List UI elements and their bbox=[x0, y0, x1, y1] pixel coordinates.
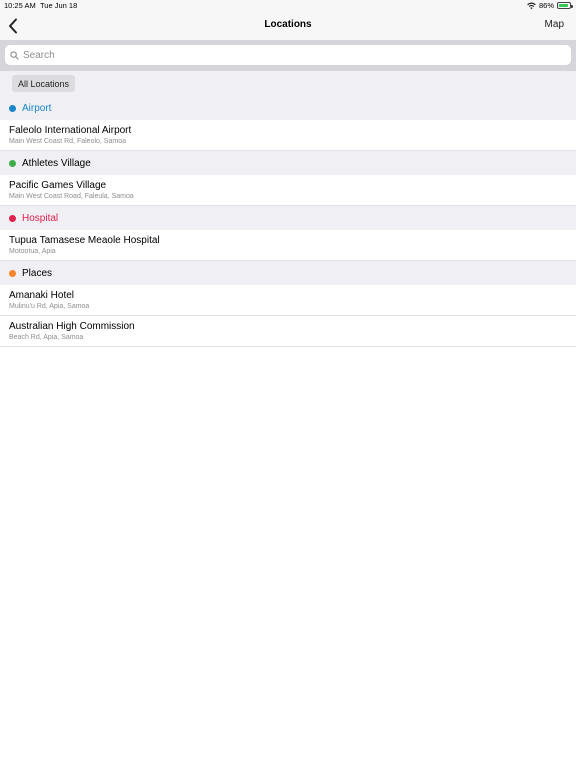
search-icon bbox=[10, 50, 19, 60]
category-dot-icon bbox=[9, 214, 16, 222]
location-title: Pacific Games Village bbox=[9, 180, 107, 191]
battery-percent: 86% bbox=[538, 1, 554, 10]
location-title: Australian High Commission bbox=[9, 321, 135, 332]
all-locations-filter-button[interactable]: All Locations bbox=[12, 75, 76, 92]
section-header-hospital: Hospital bbox=[0, 206, 576, 230]
status-indicators: 86% bbox=[527, 1, 573, 10]
location-row[interactable]: Tupua Tamasese Meaole Hospital Motootua, … bbox=[0, 230, 576, 261]
navigation-bar: Locations Map bbox=[0, 12, 576, 40]
map-button[interactable]: Map bbox=[545, 19, 564, 30]
section-header-places: Places bbox=[0, 261, 576, 285]
status-time: 10:25 AM bbox=[4, 1, 36, 10]
location-title: Tupua Tamasese Meaole Hospital bbox=[9, 235, 160, 246]
search-bar bbox=[0, 40, 576, 71]
section-title: Airport bbox=[22, 102, 52, 114]
location-row[interactable]: Faleolo International Airport Main West C… bbox=[0, 120, 576, 151]
category-dot-icon bbox=[9, 104, 16, 112]
category-dot-icon bbox=[9, 159, 16, 167]
location-address: Beach Rd, Apia, Samoa bbox=[9, 334, 84, 341]
location-address: Main West Coast Rd, Faleolo, Samoa bbox=[9, 138, 126, 145]
location-row[interactable]: Pacific Games Village Main West Coast Roa… bbox=[0, 175, 576, 206]
section-title: Places bbox=[22, 267, 53, 279]
location-address: Main West Coast Road, Faleula, Samoa bbox=[9, 193, 134, 200]
category-dot-icon bbox=[9, 269, 16, 277]
section-header-airport: Airport bbox=[0, 96, 576, 120]
search-input[interactable] bbox=[23, 49, 543, 61]
battery-fill bbox=[559, 4, 568, 7]
locations-list: Airport Faleolo International Airport Main… bbox=[0, 96, 576, 347]
location-address: Motootua, Apia bbox=[9, 248, 56, 255]
section-title: Hospital bbox=[22, 212, 59, 224]
location-row[interactable]: Amanaki Hotel Mulinu'u Rd, Apia, Samoa bbox=[0, 285, 576, 316]
location-title: Amanaki Hotel bbox=[9, 290, 75, 301]
status-date: Tue Jun 18 bbox=[40, 1, 78, 10]
battery-icon bbox=[557, 2, 573, 9]
section-header-athletes-village: Athletes Village bbox=[0, 151, 576, 175]
filter-bar: All Locations bbox=[0, 71, 576, 96]
wifi-icon bbox=[527, 2, 536, 9]
location-row[interactable]: Australian High Commission Beach Rd, Apia… bbox=[0, 316, 576, 347]
location-title: Faleolo International Airport bbox=[9, 125, 132, 136]
section-title: Athletes Village bbox=[22, 157, 91, 169]
page-title: Locations bbox=[264, 19, 312, 30]
status-bar: 10:25 AM Tue Jun 18 86% bbox=[0, 0, 576, 12]
location-address: Mulinu'u Rd, Apia, Samoa bbox=[9, 303, 90, 310]
search-field[interactable] bbox=[5, 45, 571, 65]
